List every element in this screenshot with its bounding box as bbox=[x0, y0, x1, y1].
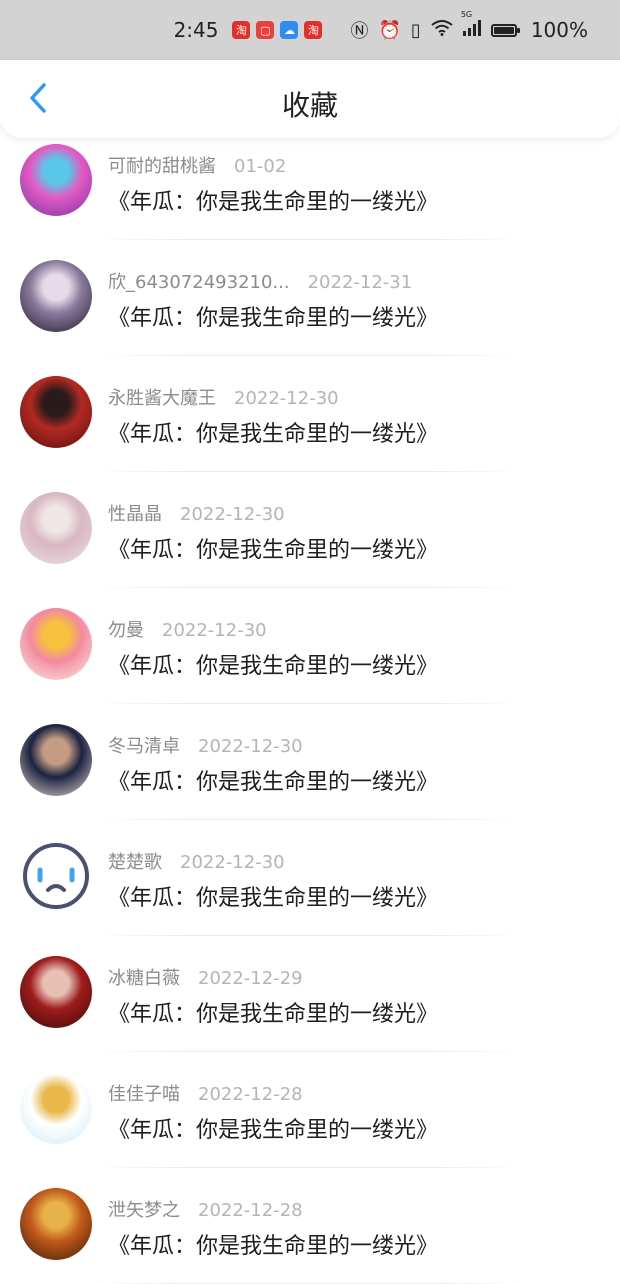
item-date: 2022-12-31 bbox=[307, 272, 413, 293]
battery-percent: 100% bbox=[530, 18, 588, 42]
cellular-signal-icon: 5G bbox=[461, 10, 481, 41]
list-item[interactable]: 性晶晶 2022-12-30 《年瓜：你是我生命里的一缕光》 bbox=[0, 472, 620, 588]
username[interactable]: 勿曼 bbox=[108, 620, 144, 641]
item-meta: 欣_643072493210... 2022-12-31 bbox=[108, 268, 528, 294]
username[interactable]: 泄矢梦之 bbox=[108, 1200, 180, 1221]
signal-label: 5G bbox=[460, 9, 473, 19]
item-meta: 泄矢梦之 2022-12-28 bbox=[108, 1196, 528, 1222]
item-title[interactable]: 《年瓜：你是我生命里的一缕光》 bbox=[108, 764, 438, 796]
list-item[interactable]: 冬马清卓 2022-12-30 《年瓜：你是我生命里的一缕光》 bbox=[0, 704, 620, 820]
username[interactable]: 佳佳子喵 bbox=[108, 1084, 180, 1105]
alarm-icon: ⏰ bbox=[378, 19, 401, 41]
item-date: 2022-12-30 bbox=[180, 852, 285, 873]
favorites-list: 可耐的甜桃酱 01-02 《年瓜：你是我生命里的一缕光》 欣_643072493210… bbox=[0, 124, 620, 1284]
item-title[interactable]: 《年瓜：你是我生命里的一缕光》 bbox=[108, 880, 438, 912]
item-meta: 永胜酱大魔王 2022-12-30 bbox=[108, 384, 528, 410]
item-meta: 冬马清卓 2022-12-30 bbox=[108, 732, 528, 758]
item-title[interactable]: 《年瓜：你是我生命里的一缕光》 bbox=[108, 1228, 438, 1260]
avatar[interactable] bbox=[20, 1188, 92, 1260]
cloud-app-icon: ☁ bbox=[280, 21, 299, 39]
item-title[interactable]: 《年瓜：你是我生命里的一缕光》 bbox=[108, 996, 438, 1028]
avatar[interactable] bbox=[20, 840, 92, 912]
username[interactable]: 可耐的甜桃酱 bbox=[108, 156, 216, 177]
list-item[interactable]: 可耐的甜桃酱 01-02 《年瓜：你是我生命里的一缕光》 bbox=[0, 124, 620, 240]
username[interactable]: 楚楚歌 bbox=[108, 852, 162, 873]
item-meta: 冰糖白薇 2022-12-29 bbox=[108, 964, 528, 990]
item-date: 2022-12-30 bbox=[180, 504, 285, 525]
avatar[interactable] bbox=[20, 1072, 92, 1144]
username[interactable]: 冬马清卓 bbox=[108, 736, 180, 757]
status-bar-content: 2:45 淘 ▢ ☁ 淘 Ⓝ ⏰ ▯ 5G 100% bbox=[174, 0, 588, 66]
item-title[interactable]: 《年瓜：你是我生命里的一缕光》 bbox=[108, 184, 438, 216]
item-date: 01-02 bbox=[234, 156, 287, 177]
item-title[interactable]: 《年瓜：你是我生命里的一缕光》 bbox=[108, 416, 438, 448]
item-title[interactable]: 《年瓜：你是我生命里的一缕光》 bbox=[108, 532, 438, 564]
item-title[interactable]: 《年瓜：你是我生命里的一缕光》 bbox=[108, 1112, 438, 1144]
avatar[interactable] bbox=[20, 956, 92, 1028]
avatar[interactable] bbox=[20, 608, 92, 680]
list-item[interactable]: 佳佳子喵 2022-12-28 《年瓜：你是我生命里的一缕光》 bbox=[0, 1052, 620, 1168]
status-bar: 2:45 淘 ▢ ☁ 淘 Ⓝ ⏰ ▯ 5G 100% bbox=[0, 0, 620, 60]
username[interactable]: 永胜酱大魔王 bbox=[108, 388, 216, 409]
page-title: 收藏 bbox=[281, 89, 338, 122]
avatar[interactable] bbox=[20, 724, 92, 796]
taobao-app-icon: 淘 bbox=[232, 21, 251, 39]
item-date: 2022-12-28 bbox=[198, 1200, 303, 1221]
list-item[interactable]: 欣_643072493210... 2022-12-31 《年瓜：你是我生命里的一缕… bbox=[0, 240, 620, 356]
item-meta: 可耐的甜桃酱 01-02 bbox=[108, 152, 528, 178]
avatar[interactable] bbox=[20, 144, 92, 216]
list-item[interactable]: 楚楚歌 2022-12-30 《年瓜：你是我生命里的一缕光》 bbox=[0, 820, 620, 936]
red-app-icon: ▢ bbox=[256, 21, 275, 39]
crying-face-icon bbox=[23, 843, 89, 909]
username[interactable]: 冰糖白薇 bbox=[108, 968, 180, 989]
list-item[interactable]: 冰糖白薇 2022-12-29 《年瓜：你是我生命里的一缕光》 bbox=[0, 936, 620, 1052]
item-date: 2022-12-28 bbox=[198, 1084, 303, 1105]
item-title[interactable]: 《年瓜：你是我生命里的一缕光》 bbox=[108, 300, 438, 332]
item-meta: 勿曼 2022-12-30 bbox=[108, 616, 528, 642]
status-app-icons: 淘 ▢ ☁ 淘 bbox=[232, 21, 323, 39]
avatar[interactable] bbox=[20, 260, 92, 332]
item-date: 2022-12-29 bbox=[198, 968, 303, 989]
item-date: 2022-12-30 bbox=[162, 620, 267, 641]
item-meta: 楚楚歌 2022-12-30 bbox=[108, 848, 528, 874]
item-date: 2022-12-30 bbox=[234, 388, 339, 409]
list-item[interactable]: 永胜酱大魔王 2022-12-30 《年瓜：你是我生命里的一缕光》 bbox=[0, 356, 620, 472]
taobao-promo-app-icon: 淘 bbox=[304, 21, 323, 39]
item-meta: 性晶晶 2022-12-30 bbox=[108, 500, 528, 526]
vibrate-icon: ▯ bbox=[410, 19, 421, 41]
status-time: 2:45 bbox=[173, 18, 219, 42]
item-date: 2022-12-30 bbox=[198, 736, 303, 757]
list-item[interactable]: 泄矢梦之 2022-12-28 《年瓜：你是我生命里的一缕光》 bbox=[0, 1168, 620, 1284]
username[interactable]: 欣_643072493210... bbox=[108, 272, 290, 293]
nfc-icon: Ⓝ bbox=[350, 21, 369, 42]
battery-icon bbox=[490, 23, 520, 37]
avatar[interactable] bbox=[20, 492, 92, 564]
wifi-icon bbox=[431, 19, 453, 41]
item-meta: 佳佳子喵 2022-12-28 bbox=[108, 1080, 528, 1106]
list-item[interactable]: 勿曼 2022-12-30 《年瓜：你是我生命里的一缕光》 bbox=[0, 588, 620, 704]
username[interactable]: 性晶晶 bbox=[108, 504, 162, 525]
app-header: 收藏 bbox=[0, 60, 620, 138]
item-title[interactable]: 《年瓜：你是我生命里的一缕光》 bbox=[108, 648, 438, 680]
avatar[interactable] bbox=[20, 376, 92, 448]
